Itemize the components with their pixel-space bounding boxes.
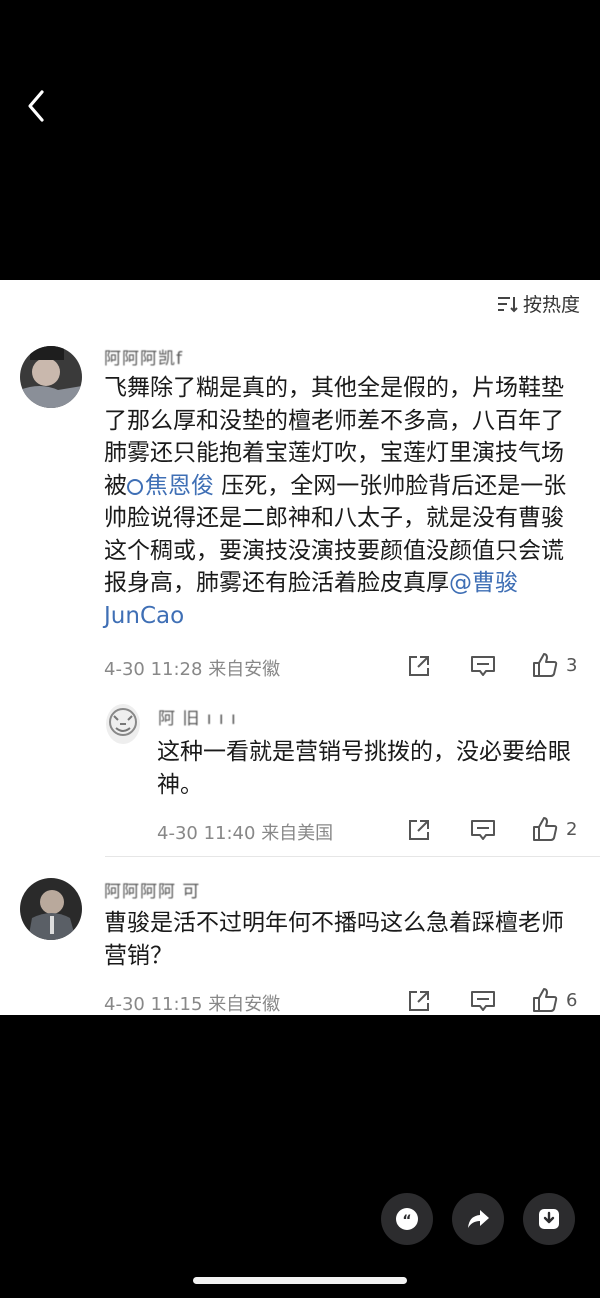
comment-meta: 4-30 11:15 来自安徽 xyxy=(104,990,280,1016)
comment-username[interactable]: 阿阿阿凯f xyxy=(104,344,183,369)
reply-location: 来自美国 xyxy=(261,823,334,844)
share-icon xyxy=(409,991,429,1011)
comment-icon xyxy=(471,820,495,840)
comment-location: 来自安徽 xyxy=(208,994,281,1015)
share-icon xyxy=(409,820,429,840)
share-icon xyxy=(409,656,429,676)
comment-time: 4-30 11:15 xyxy=(104,994,203,1015)
comment-location: 来自安徽 xyxy=(208,659,281,680)
comment-text: 飞舞除了糊是真的，其他全是假的，片场鞋垫了那么厚和没垫的檀老师差不多高，八百年了… xyxy=(104,375,567,629)
reply-time: 4-30 11:40 xyxy=(157,823,256,844)
avatar[interactable] xyxy=(20,346,82,408)
reply-reply-button[interactable] xyxy=(470,817,496,843)
share-button[interactable] xyxy=(406,988,432,1014)
sort-toggle[interactable]: 按热度 xyxy=(497,290,580,317)
reply-text: 这种一看就是营销号挑拨的，没必要给眼神。 xyxy=(157,739,571,798)
chevron-left-icon xyxy=(28,90,44,122)
like-count: 6 xyxy=(566,989,578,1011)
download-button[interactable] xyxy=(523,1193,575,1245)
comment-time: 4-30 11:28 xyxy=(104,659,203,680)
thumbs-up-icon xyxy=(533,653,558,677)
download-icon xyxy=(539,1209,559,1229)
reply-meta: 4-30 11:40 来自美国 xyxy=(157,819,333,845)
comment-meta: 4-30 11:28 来自安徽 xyxy=(104,655,280,681)
avatar[interactable] xyxy=(20,878,82,940)
comments-panel: 按热度 阿阿阿凯f 飞舞除了糊是真的，其他全是假的，片场鞋垫了那么厚和没垫的檀老… xyxy=(0,280,600,1015)
sort-icon xyxy=(497,296,518,312)
quote-button[interactable]: “ xyxy=(381,1193,433,1245)
reply-share-button[interactable] xyxy=(406,817,432,843)
comment-icon xyxy=(471,991,495,1011)
reply-avatar[interactable] xyxy=(106,704,140,744)
reply-like-button[interactable]: 2 xyxy=(532,816,577,842)
thumbs-up-icon xyxy=(533,817,558,841)
like-count: 3 xyxy=(566,654,578,676)
quote-icon: “ xyxy=(396,1208,418,1230)
home-indicator[interactable] xyxy=(193,1277,407,1284)
search-icon xyxy=(127,478,143,495)
like-button[interactable]: 6 xyxy=(532,987,577,1013)
sort-label: 按热度 xyxy=(522,294,580,316)
forward-button[interactable] xyxy=(452,1193,504,1245)
reply-button[interactable] xyxy=(470,988,496,1014)
divider xyxy=(105,856,600,857)
comment-username[interactable]: 阿阿阿阿 可 xyxy=(104,877,200,902)
like-button[interactable]: 3 xyxy=(532,652,577,678)
reply-like-count: 2 xyxy=(566,818,578,840)
comment-icon xyxy=(471,656,495,676)
search-link[interactable]: 焦恩俊 xyxy=(127,473,214,499)
comment-text: 曹骏是活不过明年何不播吗这么急着踩檀老师营销？ xyxy=(104,910,564,969)
reply-button[interactable] xyxy=(470,653,496,679)
reply-username[interactable]: 阿 旧 ı ı ı xyxy=(158,704,237,729)
share-icon xyxy=(468,1210,489,1228)
share-button[interactable] xyxy=(406,653,432,679)
back-button[interactable] xyxy=(22,86,52,126)
svg-text:“: “ xyxy=(402,1213,411,1229)
thumbs-up-icon xyxy=(533,988,558,1012)
